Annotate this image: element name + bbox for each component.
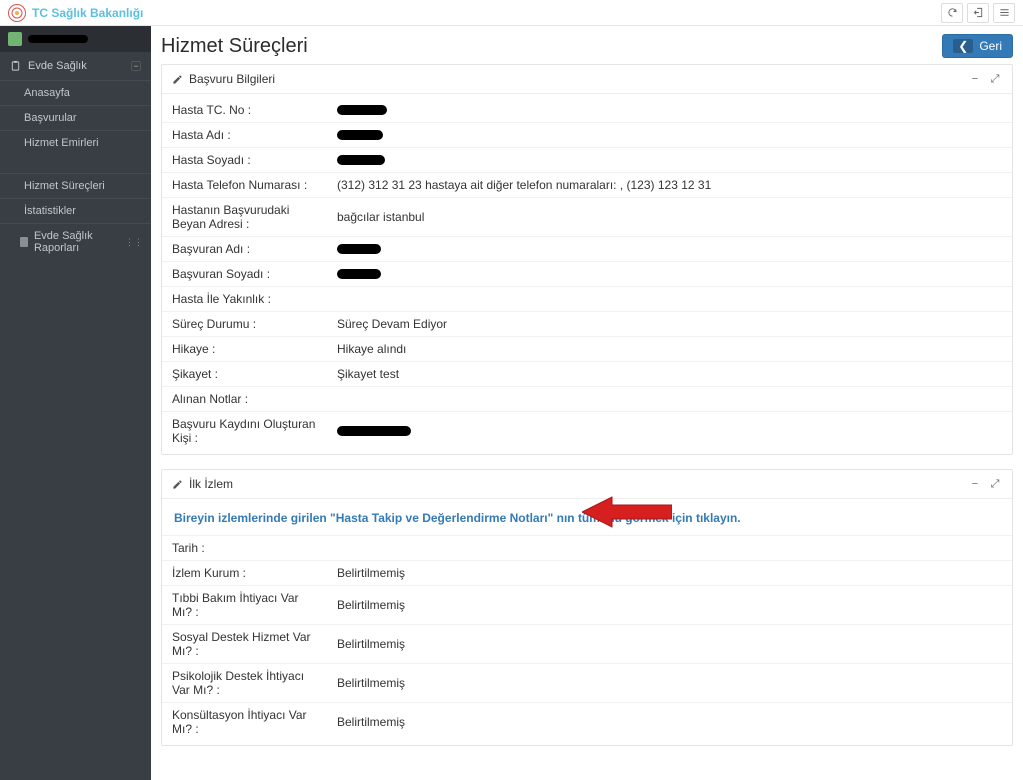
view-notes-link[interactable]: Bireyin izlemlerinde girilen "Hasta Taki… [174, 511, 741, 525]
panel-title: İlk İzlem [189, 477, 233, 491]
label-surec: Süreç Durumu : [162, 312, 327, 336]
label-tarih: Tarih : [162, 536, 327, 560]
back-label: Geri [979, 39, 1002, 53]
refresh-button[interactable] [941, 3, 963, 23]
sidebar-item-anasayfa[interactable]: Anasayfa [0, 80, 151, 105]
logout-button[interactable] [967, 3, 989, 23]
panel-basvuru-bilgileri: Başvuru Bilgileri − ⤢ Hasta TC. No : Has… [161, 64, 1013, 455]
label-olusturan: Başvuru Kaydını Oluşturan Kişi : [162, 412, 327, 450]
clipboard-icon [10, 60, 22, 72]
label-izlem-kurum: İzlem Kurum : [162, 561, 327, 585]
main-content: Hizmet Süreçleri ❮ Geri Başvuru Bilgiler… [151, 26, 1023, 780]
brand-logo [8, 4, 26, 22]
value-redacted [337, 105, 387, 115]
value-hikaye: Hikaye alındı [327, 337, 1012, 361]
sidebar-item-hizmet-emirleri[interactable]: Hizmet Emirleri [0, 130, 151, 155]
label-sikayet: Şikayet : [162, 362, 327, 386]
label-hasta-tc: Hasta TC. No : [162, 98, 327, 122]
value-tibbi: Belirtilmemiş [327, 586, 1012, 624]
sidebar: Evde Sağlık − Anasayfa Başvurular Hizmet… [0, 26, 151, 780]
value-adres: bağcılar istanbul [327, 198, 1012, 236]
page-title: Hizmet Süreçleri [161, 35, 308, 58]
edit-icon [172, 479, 183, 490]
label-hasta-soyadi: Hasta Soyadı : [162, 148, 327, 172]
topbar: TC Sağlık Bakanlığı [0, 0, 1023, 26]
grip-icon: ⋮⋮ [125, 237, 143, 248]
sidebar-item-istatistikler[interactable]: İstatistikler [0, 198, 151, 223]
sidebar-item-basvurular[interactable]: Başvurular [0, 105, 151, 130]
value-telefon: (312) 312 31 23 hastaya ait diğer telefo… [327, 173, 1012, 197]
value-redacted [337, 269, 381, 279]
label-telefon: Hasta Telefon Numarası : [162, 173, 327, 197]
profile-bar [0, 26, 151, 52]
collapse-icon[interactable]: − [131, 61, 141, 71]
value-notlar [327, 387, 1012, 411]
value-redacted [337, 155, 385, 165]
label-adres: Hastanın Başvurudaki Beyan Adresi : [162, 198, 327, 236]
panel-title: Başvuru Bilgileri [189, 72, 275, 86]
label-yakinlik: Hasta İle Yakınlık : [162, 287, 327, 311]
panel-expand-button[interactable]: ⤢ [988, 73, 1002, 86]
report-icon [20, 237, 28, 247]
edit-icon [172, 74, 183, 85]
value-psiko: Belirtilmemiş [327, 664, 1012, 702]
brand-title: TC Sağlık Bakanlığı [32, 6, 143, 20]
panel-ilk-izlem: İlk İzlem − ⤢ Bireyin izlemlerinde giril… [161, 469, 1013, 746]
menu-button[interactable] [993, 3, 1015, 23]
value-izlem-kurum: Belirtilmemiş [327, 561, 1012, 585]
value-redacted [337, 426, 411, 436]
label-basvuran-soyadi: Başvuran Soyadı : [162, 262, 327, 286]
label-sosyal: Sosyal Destek Hizmet Var Mı? : [162, 625, 327, 663]
back-button[interactable]: ❮ Geri [942, 34, 1013, 58]
sidebar-item-hizmet-surecleri[interactable]: Hizmet Süreçleri [0, 173, 151, 198]
avatar [8, 32, 22, 46]
label-psiko: Psikolojik Destek İhtiyacı Var Mı? : [162, 664, 327, 702]
sidebar-section-label: Evde Sağlık [28, 60, 131, 72]
value-yakinlik [327, 287, 1012, 311]
label-konsultasyon: Konsültasyon İhtiyacı Var Mı? : [162, 703, 327, 741]
value-sikayet: Şikayet test [327, 362, 1012, 386]
chevron-left-icon: ❮ [953, 39, 973, 53]
value-konsultasyon: Belirtilmemiş [327, 703, 1012, 741]
value-redacted [337, 130, 383, 140]
value-tarih [327, 536, 1012, 560]
panel-collapse-button[interactable]: − [968, 73, 982, 85]
username-redacted [28, 35, 88, 43]
value-surec: Süreç Devam Ediyor [327, 312, 1012, 336]
label-tibbi: Tıbbi Bakım İhtiyacı Var Mı? : [162, 586, 327, 624]
sidebar-section-evde-saglik[interactable]: Evde Sağlık − [0, 52, 151, 80]
panel-expand-button[interactable]: ⤢ [988, 478, 1002, 491]
sidebar-item-raporlar[interactable]: Evde Sağlık Raporları ⋮⋮ [0, 223, 151, 260]
value-redacted [337, 244, 381, 254]
label-hasta-adi: Hasta Adı : [162, 123, 327, 147]
panel-collapse-button[interactable]: − [968, 478, 982, 490]
label-basvuran-adi: Başvuran Adı : [162, 237, 327, 261]
label-hikaye: Hikaye : [162, 337, 327, 361]
value-sosyal: Belirtilmemiş [327, 625, 1012, 663]
label-notlar: Alınan Notlar : [162, 387, 327, 411]
